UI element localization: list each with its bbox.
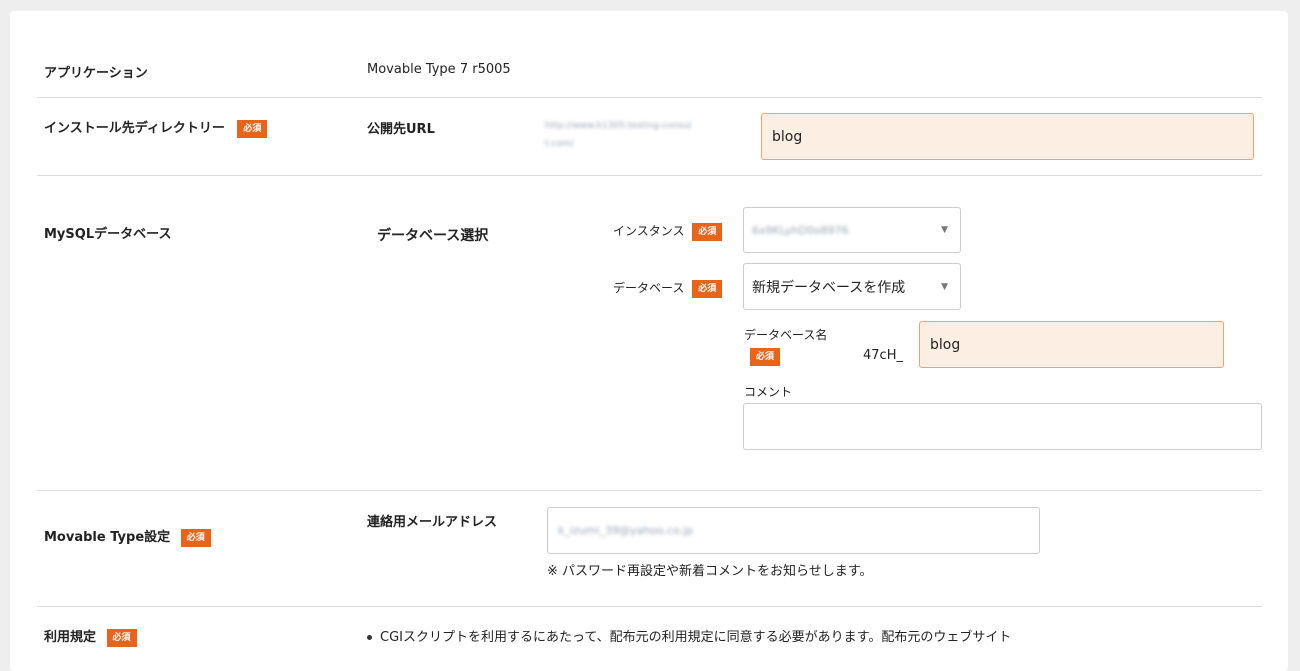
email-note: ※ パスワード再設定や新着コメントをお知らせします。 [547,564,873,579]
url-prefix-line1: http://www.k1305.testing-consul [545,121,692,131]
install-dir-label-text: インストール先ディレクトリー [44,121,225,136]
terms-row: 利用規定 必須 CGIスクリプトを利用するにあたって、配布元の利用規定に同意する… [37,607,1262,667]
instance-label: インスタンス 必須 [613,222,723,241]
bullet-icon [367,635,372,640]
application-label: アプリケーション [44,66,148,81]
chevron-down-icon: ▼ [941,225,948,235]
public-url-input[interactable] [761,113,1254,160]
mt-settings-label-text: Movable Type設定 [44,530,171,545]
terms-bullet-item: CGIスクリプトを利用するにあたって、配布元の利用規定に同意する必要があります。… [367,626,1011,645]
db-select-label: データベース選択 [377,228,489,244]
database-label: データベース 必須 [613,279,723,298]
settings-panel: アプリケーション Movable Type 7 r5005 インストール先ディレ… [10,11,1288,671]
chevron-down-icon: ▼ [941,281,948,292]
comment-label: コメント [744,385,793,399]
dbname-label: データベース名 [744,328,828,342]
instance-select-value: 6x9KLyhD0o8976 [752,223,849,237]
instance-label-text: インスタンス [613,224,685,238]
terms-bullet-text: CGIスクリプトを利用するにあたって、配布元の利用規定に同意する必要があります。… [380,630,1012,645]
comment-input[interactable] [743,403,1262,450]
required-badge: 必須 [180,528,211,547]
url-prefix: http://www.k1305.testing-consul t.com/ [545,117,755,153]
application-row: アプリケーション Movable Type 7 r5005 [37,11,1262,98]
required-badge: 必須 [692,279,723,298]
database-label-text: データベース [613,281,685,295]
mt-settings-label: Movable Type設定 必須 [44,526,211,547]
mysql-label: MySQLデータベース [44,227,172,242]
required-badge: 必須 [106,628,137,647]
install-dir-row: インストール先ディレクトリー 必須 公開先URL http://www.k130… [37,98,1262,176]
mt-settings-row: Movable Type設定 必須 連絡用メールアドレス k_izumi_39@… [37,491,1262,607]
dbname-prefix: 47cH_ [863,348,903,363]
email-input-value: k_izumi_39@yahoo.co.jp [558,524,694,537]
required-badge: 必須 [750,348,781,366]
dbname-input[interactable] [919,321,1224,368]
required-badge: 必須 [692,222,723,241]
terms-label: 利用規定 必須 [44,626,137,647]
email-input[interactable]: k_izumi_39@yahoo.co.jp [547,507,1040,554]
install-dir-label: インストール先ディレクトリー 必須 [44,117,268,138]
instance-select[interactable]: 6x9KLyhD0o8976 ▼ [743,207,961,253]
database-select[interactable]: 新規データベースを作成 ▼ [743,263,961,310]
database-select-value: 新規データベースを作成 [752,279,906,296]
mysql-row: MySQLデータベース データベース選択 インスタンス 必須 6x9KLyhD0… [37,176,1262,491]
public-url-label: 公開先URL [367,122,435,137]
email-label: 連絡用メールアドレス [367,515,498,530]
application-value: Movable Type 7 r5005 [367,62,511,77]
url-prefix-line2: t.com/ [545,139,574,149]
terms-label-text: 利用規定 [44,630,97,645]
required-badge: 必須 [237,119,268,138]
